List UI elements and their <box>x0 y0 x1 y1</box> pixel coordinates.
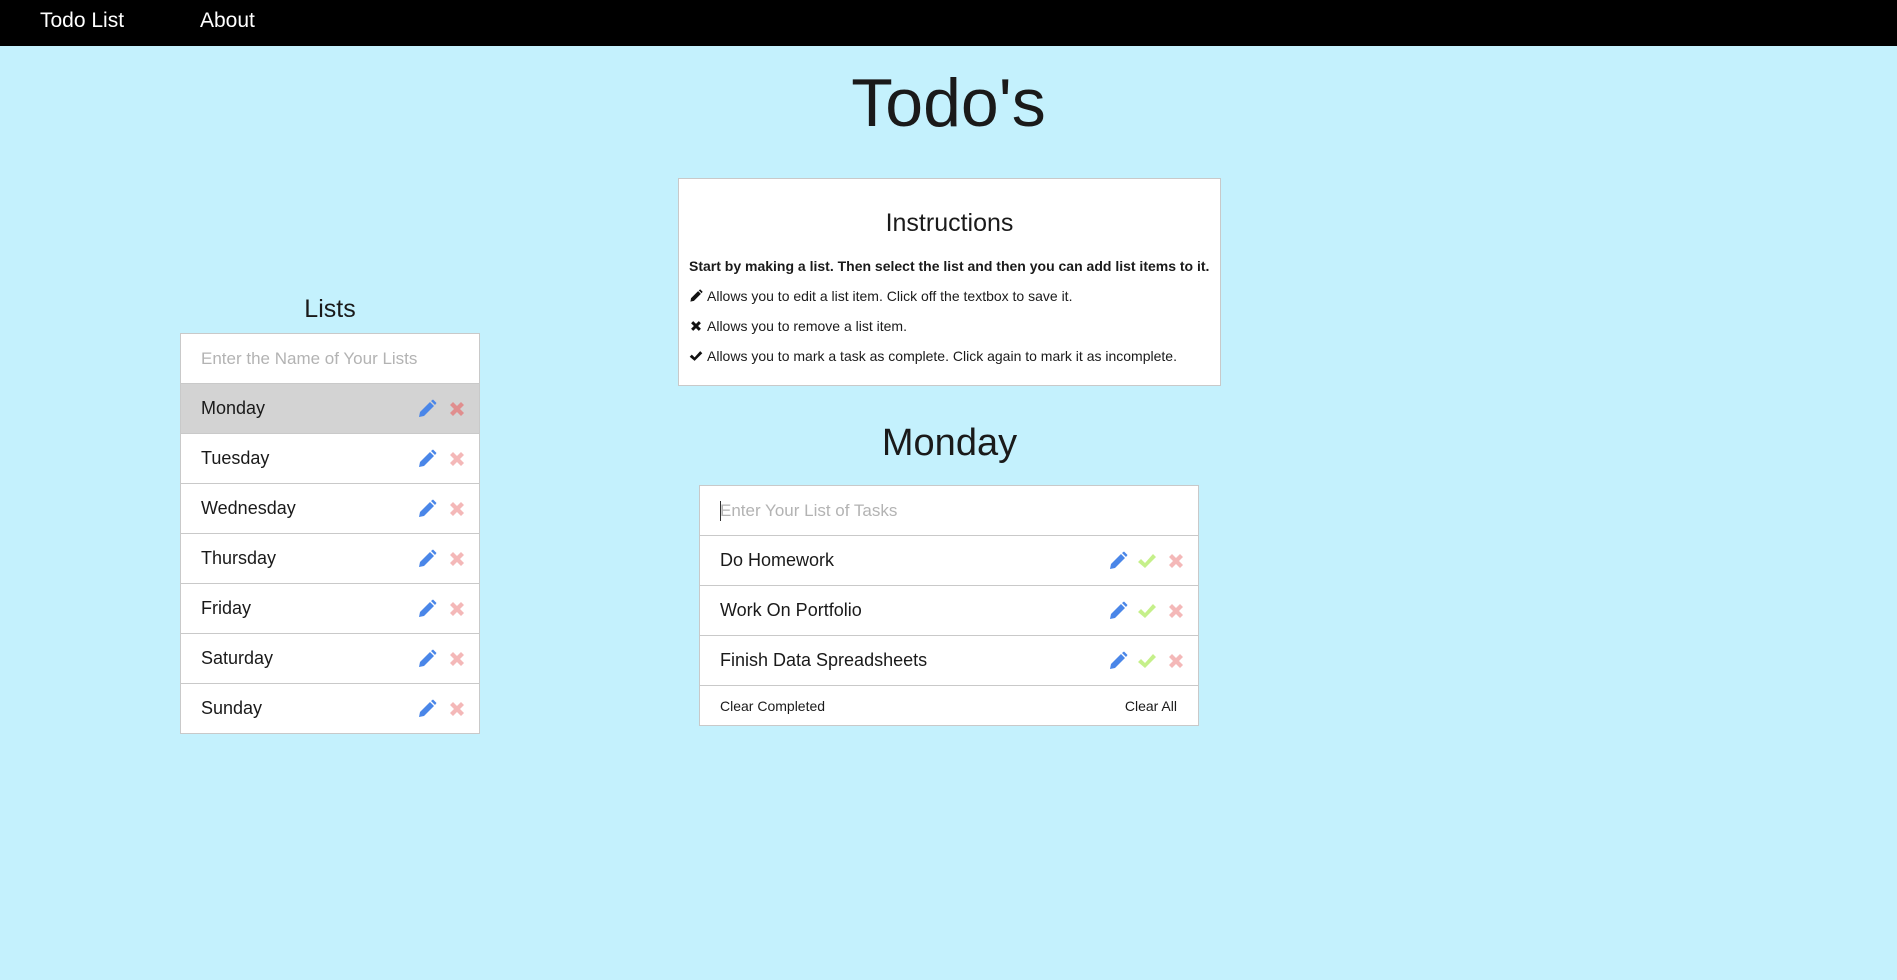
x-icon[interactable] <box>1166 601 1186 621</box>
x-icon[interactable] <box>447 699 467 719</box>
pencil-icon[interactable] <box>417 599 437 619</box>
instructions-remove-line: Allows you to remove a list item. <box>689 318 907 334</box>
task-item-label: Work On Portfolio <box>720 600 862 620</box>
list-item-actions <box>417 634 467 683</box>
task-input[interactable] <box>700 486 1198 535</box>
instructions-intro: Start by making a list. Then select the … <box>689 258 1209 274</box>
x-icon[interactable] <box>1166 551 1186 571</box>
task-item: Do Homework <box>700 535 1198 585</box>
pencil-icon[interactable] <box>417 499 437 519</box>
check-icon <box>689 349 703 363</box>
list-item[interactable]: Friday <box>181 583 479 633</box>
list-item[interactable]: Saturday <box>181 633 479 683</box>
pencil-icon[interactable] <box>417 549 437 569</box>
pencil-icon[interactable] <box>417 699 437 719</box>
list-item-label: Sunday <box>201 698 263 718</box>
list-item-label: Wednesday <box>201 498 296 518</box>
pencil-icon <box>689 289 703 303</box>
pencil-icon[interactable] <box>417 449 437 469</box>
lists-heading: Lists <box>304 295 356 323</box>
list-item-label: Monday <box>201 398 266 418</box>
list-item-actions <box>417 684 467 733</box>
instructions-edit-line: Allows you to edit a list item. Click of… <box>689 288 1072 304</box>
clear-completed-button[interactable]: Clear Completed <box>720 698 825 714</box>
task-item-label: Finish Data Spreadsheets <box>720 650 928 670</box>
list-item[interactable]: Tuesday <box>181 433 479 483</box>
list-item-actions <box>417 484 467 533</box>
list-item-actions <box>417 434 467 483</box>
task-item: Work On Portfolio <box>700 585 1198 635</box>
list-item-actions <box>417 534 467 583</box>
pencil-icon[interactable] <box>1108 651 1128 671</box>
instructions-remove-text: Allows you to remove a list item. <box>707 318 907 334</box>
x-icon[interactable] <box>447 649 467 669</box>
tasks-heading: Monday <box>881 422 1018 464</box>
check-icon[interactable] <box>1137 601 1157 621</box>
list-item-label: Friday <box>201 598 252 618</box>
x-icon[interactable] <box>1166 651 1186 671</box>
list-item-actions <box>417 584 467 633</box>
list-name-input[interactable] <box>181 334 479 383</box>
nav-about-link[interactable]: About <box>200 9 255 33</box>
instructions-complete-text: Allows you to mark a task as complete. C… <box>707 348 1177 364</box>
lists-panel: Monday Tuesday Wednesday Thursday Friday… <box>180 333 480 734</box>
list-item[interactable]: Sunday <box>181 683 479 733</box>
nav-brand-link[interactable]: Todo List <box>40 9 124 33</box>
list-item-label: Tuesday <box>201 448 270 468</box>
pencil-icon[interactable] <box>1108 601 1128 621</box>
x-icon[interactable] <box>447 549 467 569</box>
list-item[interactable]: Thursday <box>181 533 479 583</box>
clear-all-button[interactable]: Clear All <box>1125 698 1177 714</box>
instructions-card: Instructions Start by making a list. The… <box>678 178 1221 386</box>
check-icon[interactable] <box>1137 651 1157 671</box>
tasks-panel: Do Homework Work On Portfolio Finish Dat… <box>699 485 1199 726</box>
task-item-actions <box>1108 636 1186 685</box>
instructions-complete-line: Allows you to mark a task as complete. C… <box>689 348 1177 364</box>
list-item[interactable]: Monday <box>181 383 479 433</box>
x-icon <box>689 319 703 333</box>
instructions-edit-text: Allows you to edit a list item. Click of… <box>707 288 1073 304</box>
x-icon[interactable] <box>447 449 467 469</box>
navbar: Todo List About <box>0 0 1897 46</box>
pencil-icon[interactable] <box>1108 551 1128 571</box>
x-icon[interactable] <box>447 499 467 519</box>
task-item-label: Do Homework <box>720 550 835 570</box>
pencil-icon[interactable] <box>417 649 437 669</box>
list-item-label: Thursday <box>201 548 277 568</box>
text-caret <box>720 501 721 521</box>
tasks-footer: Clear Completed Clear All <box>700 685 1198 725</box>
list-item[interactable]: Wednesday <box>181 483 479 533</box>
list-item-actions <box>417 384 467 433</box>
task-item-actions <box>1108 586 1186 635</box>
instructions-title: Instructions <box>885 209 1014 237</box>
task-item-actions <box>1108 536 1186 585</box>
page-title: Todo's <box>851 65 1046 141</box>
check-icon[interactable] <box>1137 551 1157 571</box>
task-item: Finish Data Spreadsheets <box>700 635 1198 685</box>
pencil-icon[interactable] <box>417 399 437 419</box>
instructions-intro-text: Start by making a list. Then select the … <box>689 258 1210 274</box>
x-icon[interactable] <box>447 599 467 619</box>
list-item-label: Saturday <box>201 648 274 668</box>
x-icon[interactable] <box>447 399 467 419</box>
